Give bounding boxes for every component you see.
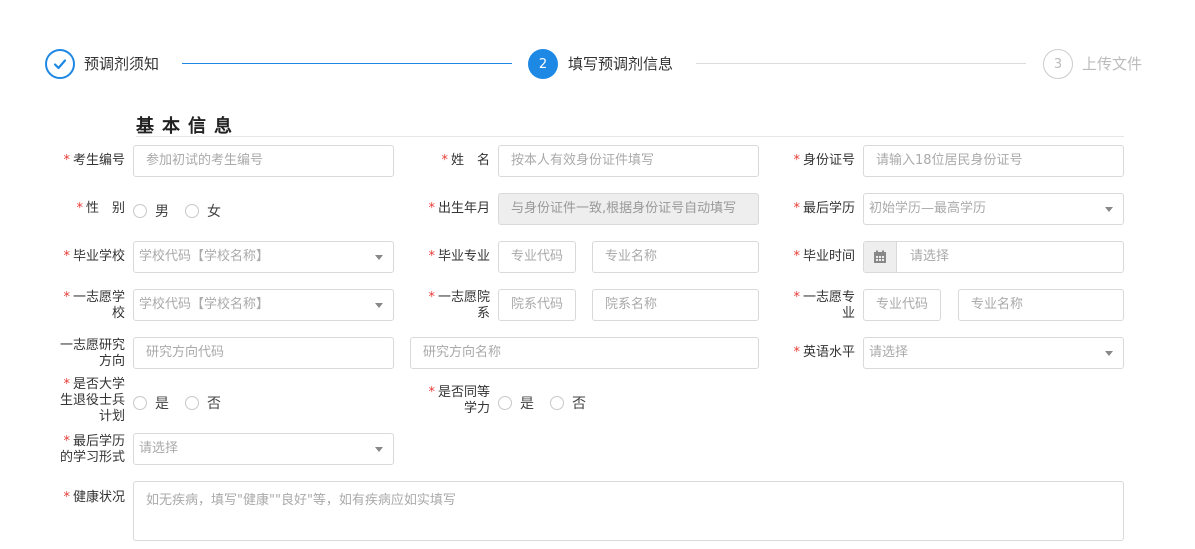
english-select[interactable]: 请选择 (863, 337, 1124, 369)
study-form-select[interactable]: 请选择 (133, 433, 394, 465)
caret-down-icon (375, 303, 383, 308)
radio-icon[interactable] (133, 204, 147, 218)
exam-no-input[interactable]: 参加初试的考生编号 (133, 145, 394, 177)
gender-male-option[interactable]: 男 (133, 201, 169, 221)
grad-school-label: * 毕业学校 (63, 249, 125, 264)
first-major-label: * 一志愿专业 (793, 290, 855, 321)
radio-icon[interactable] (185, 204, 199, 218)
id-no-label: * 身份证号 (793, 153, 855, 168)
gender-radio-group: 男 女 (133, 201, 237, 221)
caret-down-icon (375, 447, 383, 452)
equivalent-label: * 是否同等 学力 (428, 385, 490, 416)
grad-major-name-input[interactable]: 专业名称 (592, 241, 759, 273)
first-school-label: * 一志愿学校 (63, 290, 125, 321)
radio-icon[interactable] (498, 396, 512, 410)
step-3-number: 3 (1043, 49, 1073, 79)
veteran-label: * 是否大学 生退役士兵 计划 (59, 377, 125, 424)
first-dept-name-input[interactable]: 院系名称 (592, 289, 759, 321)
research-name-input[interactable]: 研究方向名称 (410, 337, 759, 369)
research-label: 一志愿研究 方向 (59, 338, 125, 369)
grad-major-code-input[interactable]: 专业代码 (498, 241, 576, 273)
equivalent-yes-option[interactable]: 是 (498, 393, 534, 413)
research-code-input[interactable]: 研究方向代码 (133, 337, 394, 369)
last-degree-label: * 最后学历 (793, 201, 855, 216)
birth-input: 与身份证件一致,根据身份证号自动填写 (498, 193, 759, 225)
name-input[interactable]: 按本人有效身份证件填写 (498, 145, 759, 177)
english-label: * 英语水平 (793, 345, 855, 360)
veteran-radio-group: 是 否 (133, 393, 237, 413)
caret-down-icon (1105, 207, 1113, 212)
step-3-label[interactable]: 上传文件 (1082, 54, 1142, 74)
health-textarea[interactable]: 如无疾病，填写"健康""良好"等，如有疾病应如实填写 (133, 481, 1124, 541)
first-dept-code-input[interactable]: 院系代码 (498, 289, 576, 321)
veteran-yes-option[interactable]: 是 (133, 393, 169, 413)
grad-time-picker[interactable]: 请选择 (863, 241, 1124, 273)
caret-down-icon (375, 255, 383, 260)
equivalent-radio-group: 是 否 (498, 393, 602, 413)
step-1-check-icon (45, 49, 75, 79)
step-2-number: 2 (528, 49, 558, 79)
section-title: 基本信息 (136, 116, 240, 137)
birth-label: * 出生年月 (428, 201, 490, 216)
exam-no-label: * 考生编号 (63, 153, 125, 168)
health-label: * 健康状况 (63, 490, 125, 505)
name-label: * 姓 名 (441, 153, 490, 168)
grad-school-select[interactable]: 学校代码【学校名称】 (133, 241, 394, 273)
step-1-label[interactable]: 预调剂须知 (84, 54, 159, 74)
step-connector-1 (182, 63, 512, 64)
grad-time-label: * 毕业时间 (793, 249, 855, 264)
first-major-name-input[interactable]: 专业名称 (958, 289, 1124, 321)
equivalent-no-option[interactable]: 否 (550, 393, 586, 413)
radio-icon[interactable] (133, 396, 147, 410)
first-school-select[interactable]: 学校代码【学校名称】 (133, 289, 394, 321)
section-divider (136, 136, 1124, 137)
gender-female-option[interactable]: 女 (185, 201, 221, 221)
study-form-label: * 最后学历 的学习形式 (59, 434, 125, 465)
last-degree-select[interactable]: 初始学历—最高学历 (863, 193, 1124, 225)
radio-icon[interactable] (185, 396, 199, 410)
step-2-label[interactable]: 填写预调剂信息 (568, 54, 673, 74)
first-dept-label: * 一志愿院系 (428, 290, 490, 321)
gender-label: * 性 别 (76, 201, 125, 216)
first-major-code-input[interactable]: 专业代码 (863, 289, 941, 321)
check-icon (53, 59, 67, 70)
radio-icon[interactable] (550, 396, 564, 410)
veteran-no-option[interactable]: 否 (185, 393, 221, 413)
grad-major-label: * 毕业专业 (428, 249, 490, 264)
caret-down-icon (1105, 351, 1113, 356)
calendar-icon[interactable] (864, 242, 897, 272)
id-no-input[interactable]: 请输入18位居民身份证号 (863, 145, 1124, 177)
step-connector-2 (696, 63, 1026, 64)
